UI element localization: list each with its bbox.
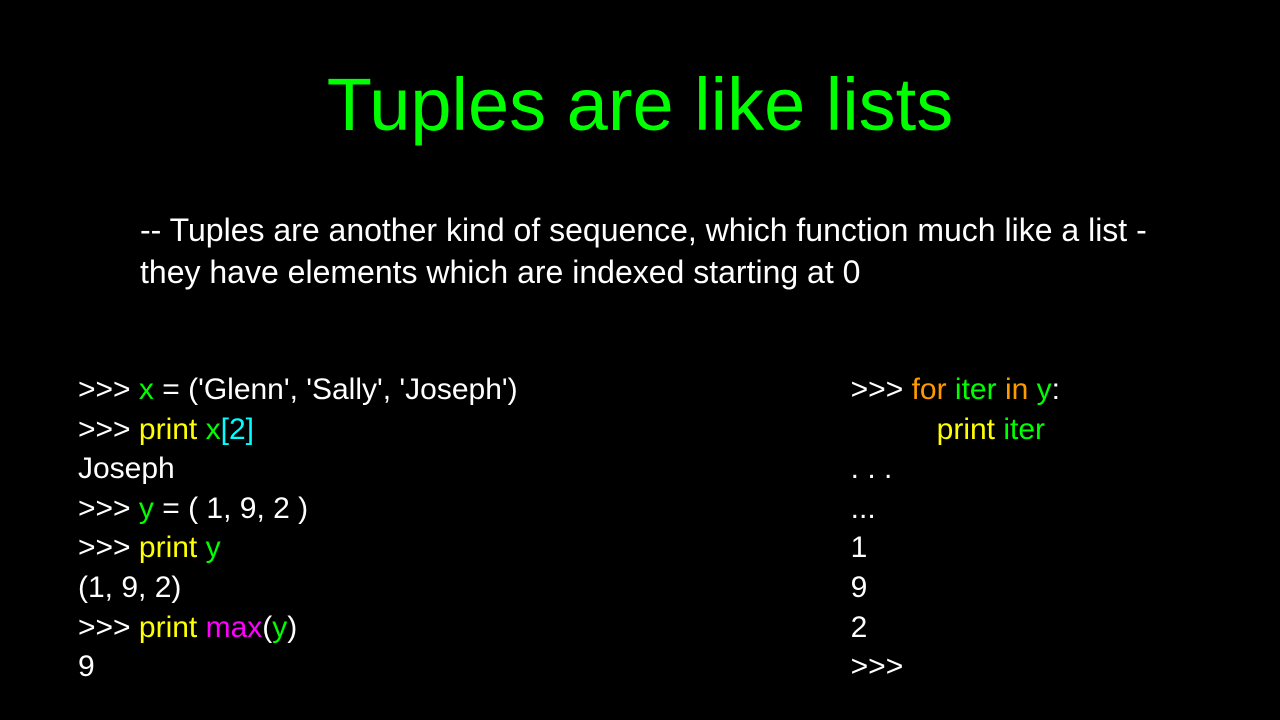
colon: : [1052, 373, 1060, 406]
var-iter: iter [1003, 413, 1045, 446]
prompt: >>> [78, 531, 139, 564]
code-text: = ( 1, 9, 2 ) [154, 492, 308, 525]
var-iter: iter [955, 373, 997, 406]
prompt: >>> [78, 611, 139, 644]
code-output: 2 [851, 608, 1060, 648]
slide-title: Tuples are like lists [0, 0, 1280, 147]
code-output: 1 [851, 528, 1060, 568]
space [1028, 373, 1036, 406]
paren: ) [287, 611, 297, 644]
var-y: y [1037, 373, 1052, 406]
space [197, 531, 205, 564]
code-text: = ('Glenn', 'Sally', 'Joseph') [154, 373, 518, 406]
code-line: >>> print max(y) [78, 608, 518, 648]
code-continuation: . . . [851, 449, 1060, 489]
space [197, 611, 205, 644]
keyword-in: in [1005, 373, 1028, 406]
space [947, 373, 955, 406]
space [197, 413, 205, 446]
keyword-for: for [912, 373, 947, 406]
prompt: >>> [78, 413, 139, 446]
keyword-print: print [937, 413, 995, 446]
index-bracket: [2] [221, 413, 254, 446]
code-output: 9 [851, 568, 1060, 608]
code-line: >>> print x[2] [78, 410, 518, 450]
code-line: >>> x = ('Glenn', 'Sally', 'Joseph') [78, 370, 518, 410]
func-max: max [206, 611, 263, 644]
code-line: >>> for iter in y: [851, 370, 1060, 410]
keyword-print: print [139, 611, 197, 644]
var-y: y [206, 531, 221, 564]
code-left-column: >>> x = ('Glenn', 'Sally', 'Joseph') >>>… [78, 370, 518, 687]
slide-body-text: -- Tuples are another kind of sequence, … [140, 210, 1180, 293]
prompt: >>> [78, 492, 139, 525]
keyword-print: print [139, 413, 197, 446]
code-output: (1, 9, 2) [78, 568, 518, 608]
var-y: y [139, 492, 154, 525]
prompt: >>> [78, 373, 139, 406]
code-right-column: >>> for iter in y: print iter . . . ... … [851, 370, 1220, 687]
var-x: x [206, 413, 221, 446]
code-output: 9 [78, 647, 518, 687]
var-x: x [139, 373, 154, 406]
code-continuation: ... [851, 489, 1060, 529]
space [997, 373, 1005, 406]
var-y: y [272, 611, 287, 644]
code-line: >>> print y [78, 528, 518, 568]
prompt: >>> [851, 373, 912, 406]
prompt: >>> [851, 647, 1060, 687]
code-line: >>> y = ( 1, 9, 2 ) [78, 489, 518, 529]
code-line: print iter [851, 410, 1060, 450]
slide: Tuples are like lists -- Tuples are anot… [0, 0, 1280, 720]
code-columns: >>> x = ('Glenn', 'Sally', 'Joseph') >>>… [78, 370, 1220, 687]
keyword-print: print [139, 531, 197, 564]
paren: ( [262, 611, 272, 644]
code-output: Joseph [78, 449, 518, 489]
